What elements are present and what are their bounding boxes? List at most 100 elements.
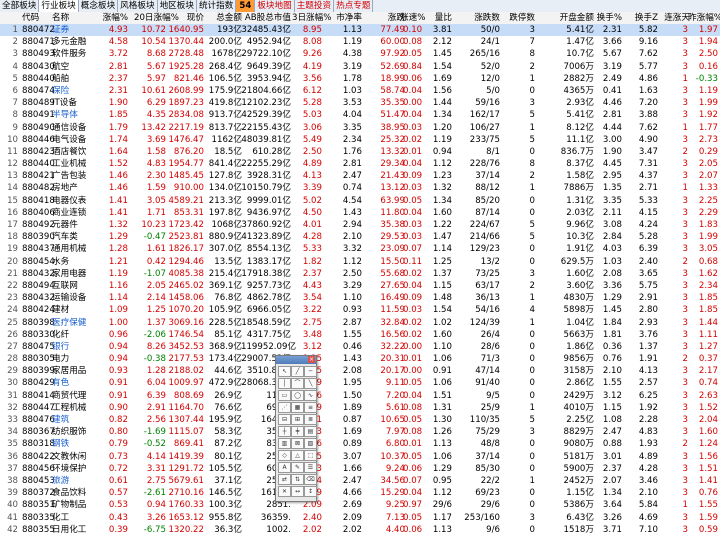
table-row[interactable]: 6 880474 保险 2.31 10.61 2608.99 175.9亿 21804.66亿… — [0, 85, 720, 97]
tool-button[interactable]: ⬚ — [304, 450, 317, 461]
table-row[interactable]: 40 880351 矿物制品 0.53 0.94 1760.33 100.3亿 2851. 2.… — [0, 499, 720, 511]
tool-button[interactable]: ⊠ — [291, 438, 304, 449]
table-row[interactable]: 31880414商贸代理0.916.39808.6926.9亿1150.2.56… — [0, 390, 720, 402]
header-hand[interactable]: 换手Z — [626, 12, 658, 24]
tool-button[interactable]: ◯ — [291, 390, 304, 401]
table-row[interactable]: 32880447工程机械0.902.911164.7076.6亿6949.2.7… — [0, 402, 720, 414]
tool-button[interactable]: ⋰ — [278, 402, 291, 413]
tool-button[interactable]: ↕ — [304, 486, 317, 497]
table-row[interactable]: 17 880492 元器件 1.32 10.23 1723.42 1068亿 37860.92… — [0, 219, 720, 231]
table-row[interactable]: 5 880440 船舶 2.37 5.97 821.46 106.5亿 3953.94亿 3.5… — [0, 73, 720, 85]
tool-button[interactable]: ▭ — [278, 390, 291, 401]
table-row[interactable]: 33880476建筑0.822.561307.44195.9亿16477.2.6… — [0, 414, 720, 426]
table-row[interactable]: 9 880490 通信设备 1.79 13.42 2217.19 813.7亿 22155.4… — [0, 122, 720, 134]
header-yest[interactable]: 昨涨幅% — [688, 12, 720, 24]
tool-button[interactable]: ⊞ — [291, 414, 304, 425]
table-row[interactable]: 14 880482 房地产 1.46 1.59 910.00 134.0亿 10150.79亿… — [0, 182, 720, 194]
header-turnover[interactable]: 换手% — [590, 12, 622, 24]
drawing-toolbar[interactable]: × ↖ ╱ ─ │ ⌒ ╲ ▭ ◯ ∿ ⋰ ▦ ≡ ⊟ ⊞ ≣ ┼ ╪ ▤ ▥ ⊠ ▧ ◇ △ ⬚ A ✎ ☰ ⇄ ⇅ ⌫ ✕ ↔ ↕ — [275, 355, 317, 502]
table-row[interactable]: 42 880355 日用化工 0.39 -6.75 1320.22 36.3亿 1002. 2.… — [0, 524, 720, 536]
tab-2[interactable]: 概念板块 — [79, 0, 119, 12]
table-row[interactable]: 24 880424 建材 1.09 1.25 1070.20 105.9亿 6966.05亿 3… — [0, 304, 720, 316]
table-row[interactable]: 19 880437 通用机械 1.28 1.61 1826.17 307.0亿 8554.13… — [0, 243, 720, 255]
tab-0[interactable]: 全部板块 — [0, 0, 40, 12]
table-row[interactable]: 13 880421 广告包装 1.46 2.30 1485.45 127.8亿 3928.31… — [0, 170, 720, 182]
header-up-count[interactable]: 涨跌数 — [460, 12, 500, 24]
table-row[interactable]: 7 880489 IT设备 1.90 6.29 1897.23 419.8亿 12102.23… — [0, 97, 720, 109]
table-row[interactable]: 18 880390 汽车类 1.29 -0.47 2523.81 880.9亿 41323.8… — [0, 231, 720, 243]
tool-button[interactable]: ↔ — [291, 486, 304, 497]
table-row[interactable]: 11 880423 酒店餐饮 1.64 1.58 876.20 18.5亿 610.28亿 2.… — [0, 146, 720, 158]
tool-button[interactable]: A — [278, 462, 291, 473]
table-row[interactable]: 8 880491 半导体 1.85 4.35 2834.08 913.7亿 42529.39亿… — [0, 109, 720, 121]
table-row[interactable]: 22 880494 互联网 1.16 2.05 2465.02 369.1亿 9257.73亿… — [0, 280, 720, 292]
tool-button[interactable]: ⇅ — [291, 474, 304, 485]
tool-button[interactable]: ╲ — [304, 378, 317, 389]
header-r3[interactable]: 3日涨幅% — [292, 12, 331, 24]
tool-button[interactable]: ⌫ — [304, 474, 317, 485]
table-row[interactable]: 21 880432 家用电器 1.19 -1.07 4085.38 215.4亿 17918.… — [0, 268, 720, 280]
tool-button[interactable]: ▥ — [278, 438, 291, 449]
table-row[interactable]: 34880367纺织服饰0.80-1.691115.0758.3亿3549.2.… — [0, 426, 720, 438]
header-amount[interactable]: 总金额 — [206, 12, 242, 24]
tool-button[interactable]: ⊟ — [278, 414, 291, 425]
header-p20[interactable]: 20日涨幅% — [134, 12, 179, 24]
tab-7[interactable]: 板块地图 — [255, 0, 295, 12]
tool-button[interactable]: ≡ — [304, 402, 317, 413]
tool-button[interactable]: │ — [278, 378, 291, 389]
close-icon[interactable]: × — [308, 356, 315, 363]
table-row[interactable]: 2 880471 多元金融 4.58 10.54 1370.44 200.0亿 4952.94… — [0, 36, 720, 48]
table-row[interactable]: 10 880446 电气设备 1.74 3.69 1476.47 1162亿 48039.81… — [0, 134, 720, 146]
table-row[interactable]: 4 880430 航空 2.81 5.67 1925.28 268.4亿 9649.39亿 4.… — [0, 61, 720, 73]
tab-9[interactable]: 热点专题 — [334, 0, 374, 12]
tool-button[interactable]: ─ — [304, 366, 317, 377]
table-row[interactable]: 36880422文教休闲0.734.141419.3980.1亿2586.3.0… — [0, 451, 720, 463]
tool-button[interactable]: ▤ — [304, 426, 317, 437]
table-row[interactable]: 20 880454 水务 1.21 0.42 1294.46 13.5亿 1383.17亿 1.… — [0, 256, 720, 268]
tool-button[interactable]: ╱ — [291, 366, 304, 377]
tool-button[interactable]: ┼ — [278, 426, 291, 437]
table-row[interactable]: 28 880305 电力 0.94 -0.38 2177.53 173.4亿 29007.52… — [0, 353, 720, 365]
table-row[interactable]: 12 880440 工业机械 1.52 4.83 1954.77 841.4亿 22255.2… — [0, 158, 720, 170]
table-row[interactable]: 37880456环境保护0.723.311291.72105.5亿6053.3.… — [0, 463, 720, 475]
header-vol-ratio[interactable]: 量比 — [424, 12, 452, 24]
tool-button[interactable]: ⌒ — [291, 378, 304, 389]
header-open[interactable]: 开盘金额 — [552, 12, 594, 24]
tool-button[interactable]: ⇄ — [278, 474, 291, 485]
table-row[interactable]: 27 880475 银行 0.94 8.26 3452.53 368.9亿 119952.09… — [0, 341, 720, 353]
header-pe[interactable]: 市净率 — [332, 12, 362, 24]
header-down-count[interactable]: 跌停数 — [505, 12, 535, 24]
header-cons-days[interactable]: 连涨天 — [662, 12, 690, 24]
tab-1[interactable]: 行业板块 — [39, 0, 79, 12]
header-price[interactable]: 现价 — [166, 12, 204, 24]
table-row[interactable]: 23 880432 运输设备 1.14 2.14 1458.06 76.8亿 4862.78亿… — [0, 292, 720, 304]
table-row[interactable]: 39880372食品饮料0.57-2.612710.16146.5亿16193.… — [0, 487, 720, 499]
header-rise-speed[interactable]: 涨速% — [400, 12, 425, 24]
table-row[interactable]: 38880453旅游0.612.755679.6137.1亿2567.2.242… — [0, 475, 720, 487]
table-row[interactable]: 16 880406 商业连锁 1.41 1.71 853.31 197.8亿 9436.97亿… — [0, 207, 720, 219]
table-row[interactable]: 41 880335 化工 0.43 3.26 1653.12 955.8亿 36359. 2.4… — [0, 512, 720, 524]
table-row[interactable]: 15 880418 电器仪表 1.41 3.05 4589.21 213.3亿 9999.01… — [0, 195, 720, 207]
tool-button[interactable]: △ — [291, 450, 304, 461]
tool-button[interactable]: ✕ — [278, 486, 291, 497]
tool-button[interactable]: ✎ — [291, 462, 304, 473]
tool-button[interactable]: ☰ — [304, 462, 317, 473]
tab-6[interactable]: 54 — [236, 0, 256, 12]
tab-5[interactable]: 统计指数 — [197, 0, 237, 12]
tool-button[interactable]: ▦ — [291, 402, 304, 413]
header-pct[interactable]: 涨幅% — [95, 12, 128, 24]
table-row[interactable]: 25 880398 医疗保健 1.00 1.37 3069.16 228.5亿 18548.5… — [0, 317, 720, 329]
table-row[interactable]: 35880318钢铁0.79-0.52869.4187.2亿8341.2.360… — [0, 438, 720, 450]
tool-button[interactable]: ◇ — [278, 450, 291, 461]
header-ab[interactable]: AB股总市值 — [241, 12, 291, 24]
tab-8[interactable]: 主题投资 — [295, 0, 335, 12]
table-row[interactable]: 26 880330 化纤 0.96 -2.06 1746.54 85.1亿 4317.75亿 3… — [0, 329, 720, 341]
tab-3[interactable]: 风格板块 — [118, 0, 158, 12]
drawing-toolbar-titlebar[interactable]: × — [276, 356, 316, 364]
tool-button[interactable]: ∿ — [304, 390, 317, 401]
tool-button[interactable]: ≣ — [304, 414, 317, 425]
table-row[interactable]: 1 880472 证券 4.93 10.72 1640.95 193亿 32485.43亿 8.… — [0, 24, 720, 37]
tab-4[interactable]: 地区板块 — [158, 0, 197, 12]
tool-button[interactable]: ▧ — [304, 438, 317, 449]
table-row[interactable]: 29 880399 家居用品 0.93 1.28 2188.02 44.6亿 3510.81亿… — [0, 365, 720, 377]
